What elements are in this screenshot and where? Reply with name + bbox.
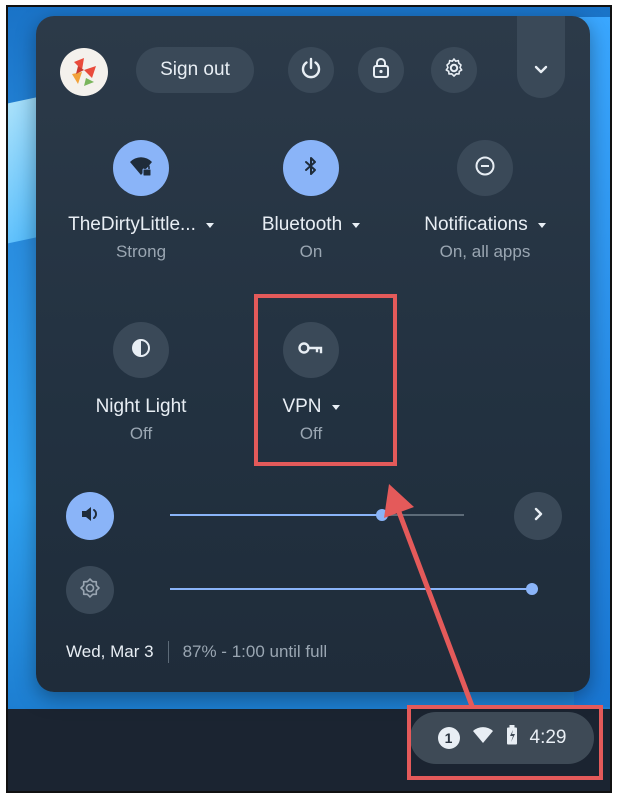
lock-button[interactable] [358, 47, 404, 93]
notifications-label-row[interactable]: Notifications [400, 214, 570, 236]
tile-label: Notifications [424, 214, 528, 235]
bluetooth-label-row[interactable]: Bluetooth [226, 214, 396, 236]
brightness-slider-thumb[interactable] [526, 583, 538, 595]
tile-wifi[interactable]: TheDirtyLittle... Strong [56, 140, 226, 262]
chevron-down-icon [531, 59, 551, 84]
tile-sublabel: Strong [115, 242, 167, 261]
brightness-slider-fill [170, 588, 532, 590]
tile-notifications[interactable]: Notifications On, all apps [400, 140, 570, 262]
night-light-toggle[interactable] [113, 322, 169, 378]
brightness-button [66, 566, 114, 614]
gear-icon [442, 56, 466, 85]
power-button[interactable] [288, 47, 334, 93]
wifi-toggle[interactable] [113, 140, 169, 196]
tile-sublabel: On, all apps [439, 242, 531, 261]
wifi-lock-icon [128, 153, 154, 184]
tile-label: Night Light [95, 396, 187, 417]
dropdown-caret-icon[interactable] [205, 222, 214, 228]
volume-slider[interactable] [170, 509, 464, 521]
volume-slider-fill [170, 514, 382, 516]
tile-night-light[interactable]: Night Light Off [56, 322, 226, 444]
vpn-highlight-box [254, 294, 397, 466]
night-light-icon [130, 337, 152, 364]
volume-icon [79, 503, 101, 530]
dropdown-caret-icon[interactable] [352, 222, 361, 228]
quick-settings-footer: Wed, Mar 3 87% - 1:00 until full [66, 641, 327, 663]
bluetooth-toggle[interactable] [283, 140, 339, 196]
collapse-button[interactable] [517, 16, 565, 98]
volume-slider-row [66, 492, 566, 540]
dropdown-caret-icon[interactable] [537, 222, 546, 228]
notifications-toggle[interactable] [457, 140, 513, 196]
tile-sublabel: Off [129, 424, 153, 443]
footer-divider [167, 641, 169, 663]
bluetooth-icon [300, 155, 322, 182]
tile-label: Bluetooth [261, 214, 343, 235]
mute-toggle-button[interactable] [66, 492, 114, 540]
brightness-slider-row [66, 566, 566, 614]
sign-out-button[interactable]: Sign out [136, 47, 254, 93]
brightness-icon [78, 576, 102, 605]
power-icon [299, 56, 323, 85]
status-area-highlight-box [407, 705, 603, 780]
lock-icon [369, 56, 393, 85]
tile-label: TheDirtyLittle... [68, 214, 196, 235]
date-label[interactable]: Wed, Mar 3 [66, 642, 154, 662]
chevron-right-icon [528, 504, 548, 529]
brightness-slider[interactable] [170, 583, 538, 595]
audio-settings-button[interactable] [514, 492, 562, 540]
battery-status[interactable]: 87% - 1:00 until full [183, 642, 328, 662]
settings-button[interactable] [431, 47, 477, 93]
do-not-disturb-icon [473, 154, 497, 183]
volume-slider-thumb[interactable] [375, 509, 388, 521]
tile-bluetooth[interactable]: Bluetooth On [226, 140, 396, 262]
wifi-label-row[interactable]: TheDirtyLittle... [56, 214, 226, 236]
avatar[interactable] [60, 48, 108, 96]
tile-sublabel: On [299, 242, 323, 261]
